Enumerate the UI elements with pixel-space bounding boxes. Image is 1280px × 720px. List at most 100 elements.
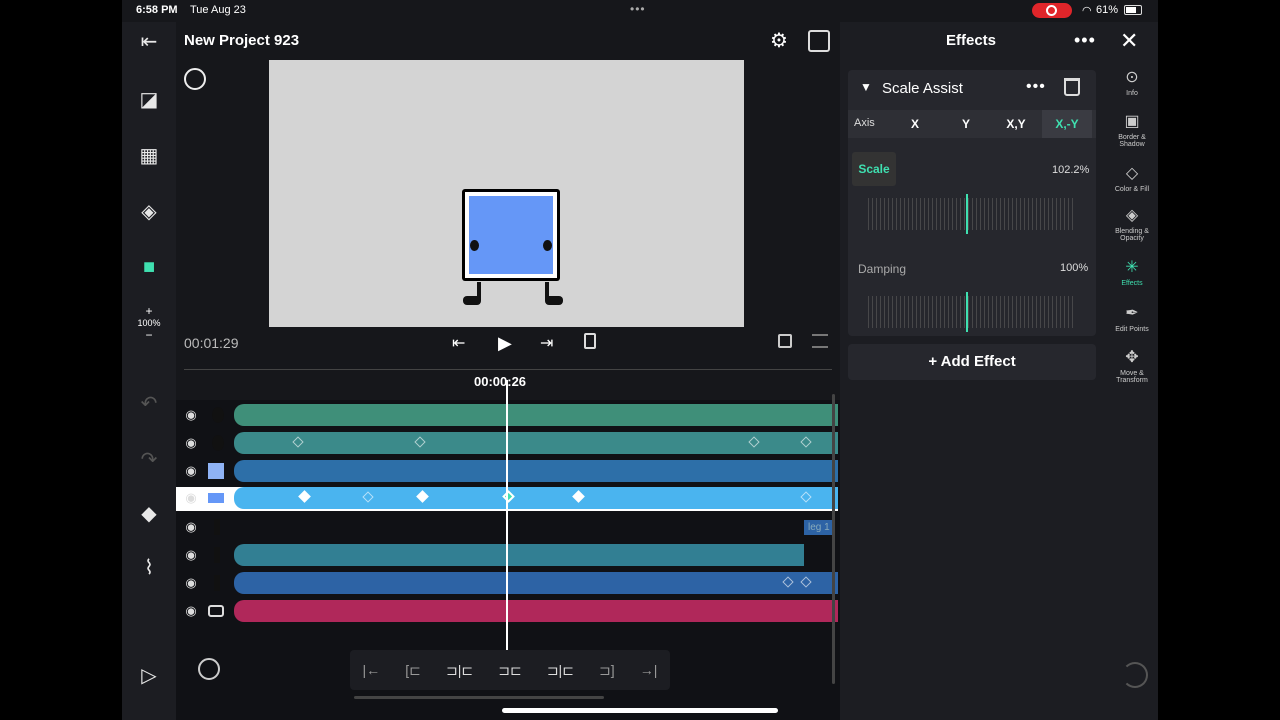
copy-icon[interactable] (778, 334, 792, 348)
speed-icon[interactable] (198, 658, 220, 680)
screen-record-icon (1032, 3, 1072, 18)
trim-left-icon[interactable]: |← (363, 662, 381, 678)
layer-clip[interactable] (234, 487, 838, 509)
trim-out-icon[interactable]: ⊐] (599, 662, 615, 679)
visibility-eye-icon[interactable]: ◉ (182, 490, 200, 505)
multitask-dots-icon[interactable]: ••• (630, 2, 646, 16)
shape-icon[interactable]: ◪ (136, 86, 162, 112)
timeline[interactable]: ◉ ◉ ◉ ◉ ◉ ◉ ◉ ◉ leg 1 |← [⊏ ⊐|⊏ ⊐⊏ ⊐|⊏ ⊐] →| (176, 380, 840, 720)
scale-slider[interactable] (868, 198, 1074, 230)
project-title[interactable]: New Project 923 (184, 32, 299, 49)
axis-label: Axis (854, 117, 875, 129)
layers-icon[interactable]: ◈ (136, 198, 162, 224)
damping-slider[interactable] (868, 296, 1074, 328)
layers-icon: ◈ (1125, 207, 1139, 224)
export-icon[interactable] (808, 30, 830, 52)
layer-clip[interactable] (234, 460, 838, 482)
layer-thumbnail (208, 493, 224, 503)
zoom-in-button[interactable]: + (132, 304, 166, 318)
layer-clip[interactable] (234, 432, 838, 454)
keyframe-icon[interactable]: ◆ (136, 500, 162, 526)
magnifier-icon[interactable] (184, 68, 206, 90)
axis-selector: Axis X Y X,Y X,-Y (848, 110, 1096, 138)
layer-clip[interactable] (234, 544, 804, 566)
time-ruler[interactable] (184, 360, 832, 370)
battery-percent: 61% (1096, 4, 1119, 16)
add-effect-button[interactable]: + Add Effect (848, 344, 1096, 380)
trash-icon[interactable] (1064, 78, 1080, 96)
effects-panel: Effects ••• ▼ Scale Assist ••• Axis X Y … (840, 22, 1106, 720)
rail-color-fill[interactable]: ◇ Color & Fill (1106, 164, 1158, 193)
rail-border-shadow[interactable]: ▣ Border & Shadow (1106, 112, 1158, 148)
layer-thumbnail (208, 605, 224, 617)
layer-clip[interactable] (234, 600, 838, 622)
grid-icon[interactable]: ▦ (136, 142, 162, 168)
gear-icon[interactable]: ⚙ (768, 30, 790, 52)
layer-thumbnail (212, 435, 224, 451)
layer-thumbnail (208, 463, 224, 479)
visibility-eye-icon[interactable]: ◉ (182, 603, 200, 618)
visibility-eye-icon[interactable]: ◉ (182, 463, 200, 478)
visibility-eye-icon[interactable]: ◉ (182, 519, 200, 534)
share-play-icon[interactable]: ▷ (136, 662, 162, 688)
status-bar: 6:58 PM Tue Aug 23 ••• ◠ 61% (122, 0, 1158, 22)
axis-option-x[interactable]: X (890, 110, 940, 138)
more-options-icon[interactable]: ••• (1074, 30, 1096, 51)
trim-right-icon[interactable]: →| (640, 662, 658, 678)
curve-icon[interactable]: ⌇ (136, 554, 162, 580)
effects-icon: ✳ (1125, 259, 1139, 276)
project-header: New Project 923 ⚙ (176, 22, 840, 60)
zoom-out-button[interactable]: − (132, 328, 166, 342)
play-button[interactable]: ▶ (498, 333, 512, 354)
canvas-area (176, 60, 840, 330)
scale-slider-thumb[interactable] (966, 194, 968, 234)
close-icon[interactable]: ✕ (1120, 28, 1138, 54)
horizontal-scrollbar[interactable] (354, 696, 604, 699)
info-icon: ⊙ (1125, 69, 1139, 86)
zoom-control[interactable]: + 100% − (132, 304, 166, 354)
skip-to-end-icon[interactable]: ⇥ (540, 333, 553, 353)
visibility-eye-icon[interactable]: ◉ (182, 407, 200, 422)
layer-clip[interactable] (234, 572, 838, 594)
timeline-scrollbar[interactable] (832, 394, 835, 684)
visibility-eye-icon[interactable]: ◉ (182, 435, 200, 450)
visibility-eye-icon[interactable]: ◉ (182, 547, 200, 562)
visibility-eye-icon[interactable]: ◉ (182, 575, 200, 590)
collapse-triangle-icon[interactable]: ▼ (860, 80, 872, 94)
scale-keyframe-button[interactable]: Scale (852, 152, 896, 186)
redo-icon[interactable]: ↷ (136, 446, 162, 472)
effect-more-icon[interactable]: ••• (1026, 78, 1046, 96)
menu-icon[interactable] (812, 334, 828, 348)
panel-title: Effects (945, 32, 997, 49)
bookmark-icon[interactable] (584, 333, 596, 349)
properties-rail: ✕ ⊙ Info ▣ Border & Shadow ◇ Color & Fil… (1106, 22, 1158, 720)
axis-option-y[interactable]: Y (941, 110, 991, 138)
split-toolbar: |← [⊏ ⊐|⊏ ⊐⊏ ⊐|⊏ ⊐] →| (350, 650, 670, 690)
axis-option-x-neg-y[interactable]: X,-Y (1042, 110, 1092, 138)
timeline-playhead[interactable] (506, 380, 508, 690)
rail-info[interactable]: ⊙ Info (1106, 68, 1158, 97)
rail-edit-points[interactable]: ✒ Edit Points (1106, 304, 1158, 333)
axis-option-xy[interactable]: X,Y (991, 110, 1041, 138)
zoom-level: 100% (137, 318, 161, 328)
stage-canvas[interactable] (269, 60, 744, 327)
layer-clip[interactable] (234, 404, 838, 426)
rail-effects[interactable]: ✳ Effects (1106, 258, 1158, 287)
character-body[interactable] (462, 189, 560, 281)
split-left-icon[interactable]: ⊐|⊏ (446, 662, 473, 679)
undo-icon[interactable]: ↶ (136, 390, 162, 416)
rail-color-label: Color & Fill (1114, 186, 1150, 193)
back-exit-icon[interactable]: ⇤ (136, 28, 162, 54)
split-icon[interactable]: ⊐⊏ (498, 662, 521, 679)
rail-move-label: Move & Transform (1116, 370, 1148, 384)
pen-icon: ✒ (1125, 305, 1139, 322)
damping-slider-thumb[interactable] (966, 292, 968, 332)
rail-blending-opacity[interactable]: ◈ Blending & Opacity (1106, 206, 1158, 242)
skip-to-start-icon[interactable]: ⇤ (452, 333, 465, 353)
camera-icon[interactable]: ■ (136, 254, 162, 280)
split-right-icon[interactable]: ⊐|⊏ (547, 662, 574, 679)
effect-name: Scale Assist (882, 80, 963, 97)
rail-move-transform[interactable]: ✥ Move & Transform (1106, 348, 1158, 384)
layer-thumbnail (214, 547, 220, 563)
trim-in-icon[interactable]: [⊏ (405, 662, 421, 679)
